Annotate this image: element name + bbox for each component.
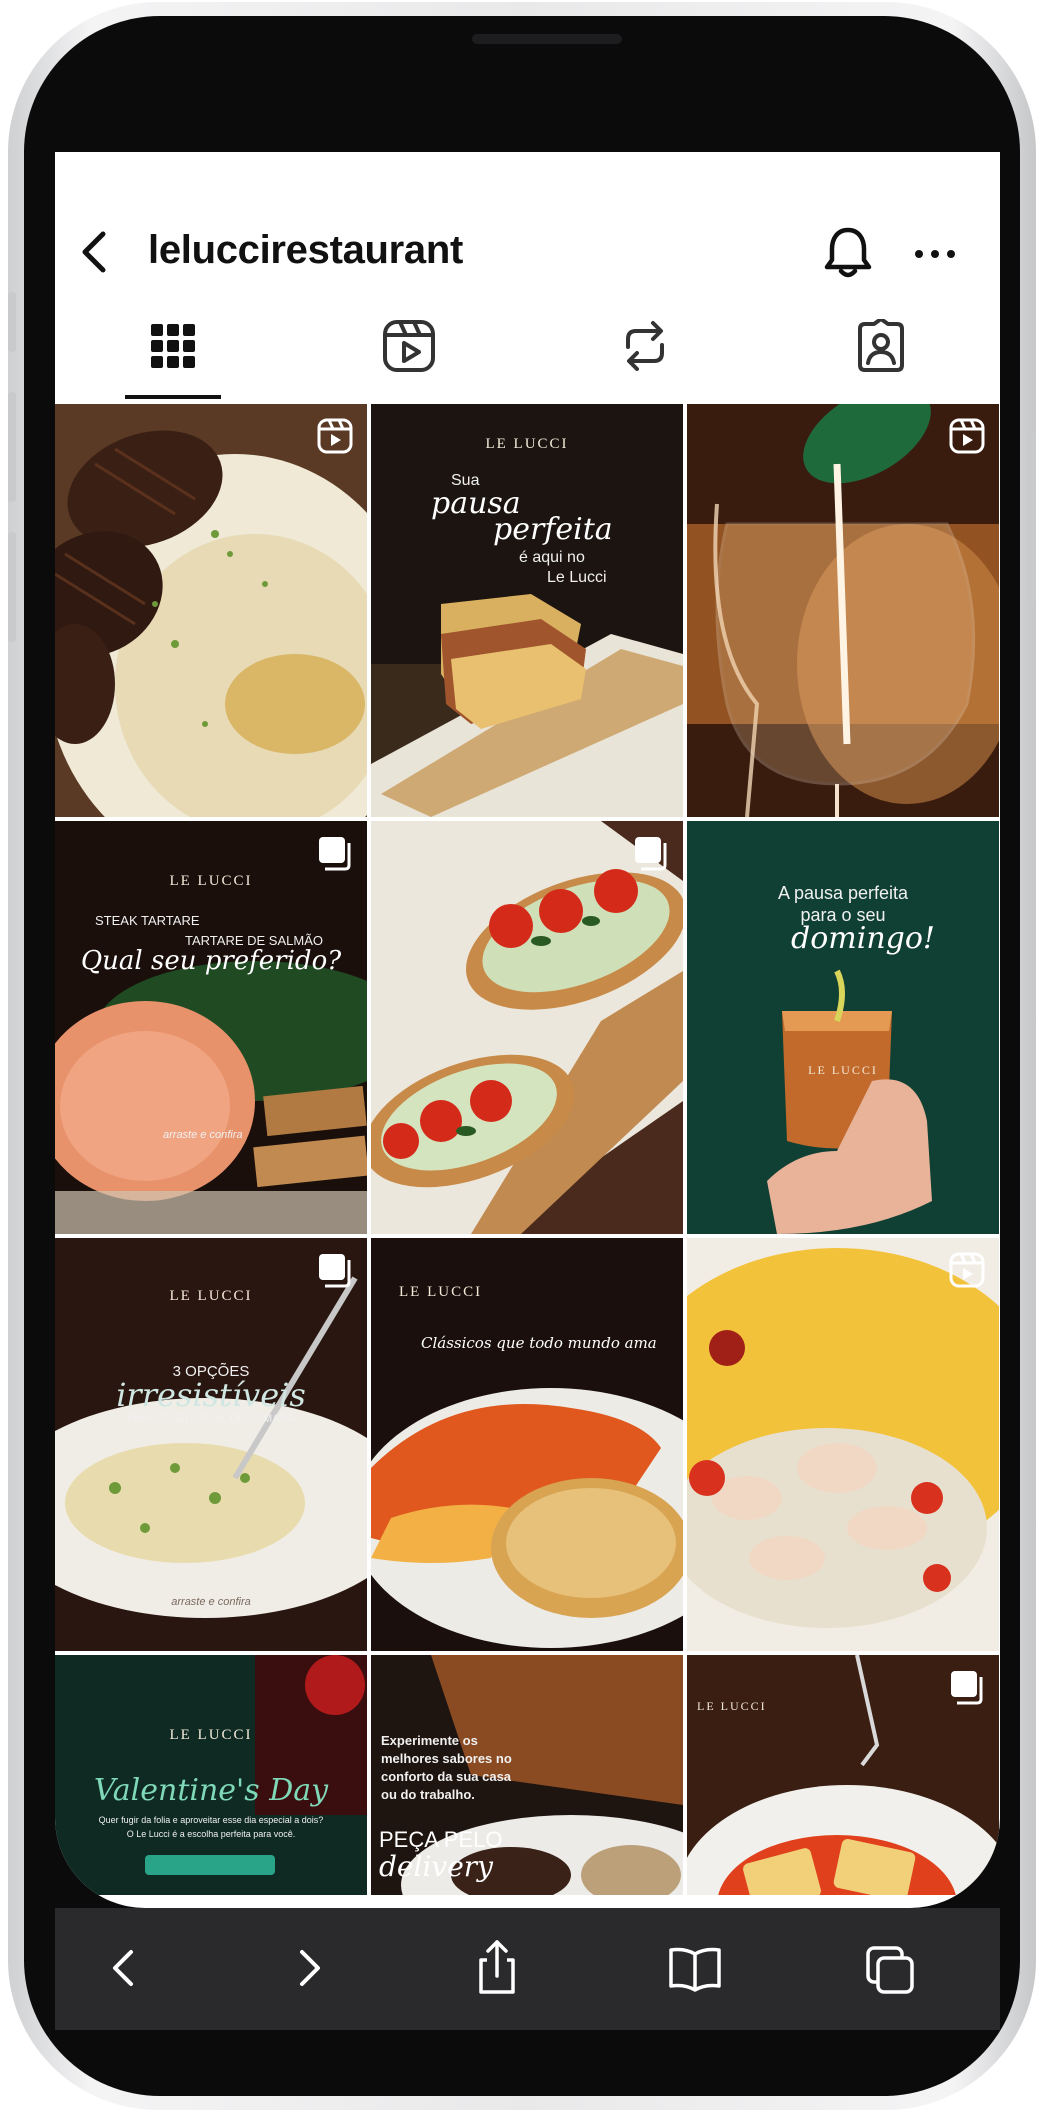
post-6-line3: domingo! xyxy=(791,921,935,956)
post-11-line3: conforto da sua casa xyxy=(381,1769,512,1784)
grid-icon xyxy=(151,324,195,368)
post-tile-12[interactable]: LE LUCCI xyxy=(687,1655,999,1895)
more-horizontal-icon xyxy=(915,250,955,258)
tab-tagged[interactable] xyxy=(763,292,999,400)
post-4-line4: arraste e confira xyxy=(163,1129,243,1141)
post-6-brand: LE LUCCI xyxy=(808,1063,878,1077)
share-icon xyxy=(479,1940,515,1994)
volume-down-button xyxy=(8,532,16,642)
bookmarks-button[interactable] xyxy=(665,1938,725,1998)
selected-tab-indicator xyxy=(125,395,221,399)
notifications-button[interactable] xyxy=(820,222,876,282)
tab-reposts[interactable] xyxy=(527,292,763,400)
post-6-line1: A pausa perfeita xyxy=(777,883,909,903)
post-tile-3[interactable] xyxy=(687,404,999,817)
post-4-brand: LE LUCCI xyxy=(169,873,253,889)
post-tile-1[interactable] xyxy=(55,404,367,817)
post-7-line2: irresistíveis xyxy=(116,1376,306,1414)
carousel-badge-icon xyxy=(635,837,667,871)
post-2-line5: Le Lucci xyxy=(547,569,607,586)
post-11-line4: ou do trabalho. xyxy=(381,1787,475,1802)
post-tile-2[interactable]: LE LUCCI Sua pausa perfeita é aqui no Le… xyxy=(371,404,683,817)
post-11-line6: delivery xyxy=(379,1850,493,1883)
post-4-line3: Qual seu preferido? xyxy=(80,946,342,976)
back-button[interactable] xyxy=(73,224,117,280)
tabs-button[interactable] xyxy=(860,1938,920,1998)
share-button[interactable] xyxy=(467,1938,527,1998)
tab-posts-grid[interactable] xyxy=(55,292,291,400)
post-image-seafood-polenta xyxy=(687,1238,999,1651)
post-10-line2: Quer fugir da folia e aproveitar esse di… xyxy=(98,1815,324,1825)
post-10-line1: Valentine's Day xyxy=(93,1773,329,1808)
mute-switch xyxy=(8,292,16,352)
post-tile-7[interactable]: LE LUCCI 3 OPÇÕES irresistíveis PARA O S… xyxy=(55,1238,367,1651)
post-8-line1: Clássicos que todo mundo ama xyxy=(421,1334,657,1352)
post-10-line3: O Le Lucci é a escolha perfeita para voc… xyxy=(126,1829,296,1839)
post-tile-9[interactable] xyxy=(687,1238,999,1651)
reel-badge-icon xyxy=(949,1252,985,1288)
tabs-icon xyxy=(866,1946,914,1994)
profile-header: leluccirestaurant xyxy=(55,152,1000,292)
browser-back-button[interactable] xyxy=(95,1938,155,1998)
browser-forward-button[interactable] xyxy=(278,1938,338,1998)
bookmarks-icon xyxy=(669,1947,721,1992)
post-12-brand: LE LUCCI xyxy=(697,1699,767,1713)
back-arrow-icon xyxy=(113,1950,133,1986)
post-2-brand: LE LUCCI xyxy=(485,436,569,452)
volume-up-button xyxy=(8,392,16,502)
post-image-wine-pour xyxy=(687,404,999,817)
post-4-line1: STEAK TARTARE xyxy=(95,913,200,928)
post-7-line4: arraste e confira xyxy=(171,1596,251,1608)
post-tile-6[interactable]: A pausa perfeita para o seu domingo! LE … xyxy=(687,821,999,1234)
post-tile-4[interactable]: LE LUCCI STEAK TARTARE TARTARE DE SALMÃO… xyxy=(55,821,367,1234)
post-11-line1: Experimente os xyxy=(381,1733,478,1748)
post-image-bruschetta xyxy=(371,821,683,1234)
post-10-brand: LE LUCCI xyxy=(169,1727,253,1743)
reel-badge-icon xyxy=(317,418,353,454)
post-11-line2: melhores sabores no xyxy=(381,1751,512,1766)
forward-arrow-icon xyxy=(300,1950,320,1986)
chevron-left-icon xyxy=(82,231,106,273)
post-2-line3: perfeita xyxy=(493,512,613,547)
reels-icon xyxy=(383,320,435,372)
post-8-brand: LE LUCCI xyxy=(399,1284,483,1300)
more-options-button[interactable] xyxy=(910,236,960,272)
profile-username: leluccirestaurant xyxy=(148,228,464,272)
carousel-badge-icon xyxy=(319,837,351,871)
app-screen: leluccirestaurant LE LUCCI Sua pausa per… xyxy=(55,152,1000,1908)
reel-badge-icon xyxy=(949,418,985,454)
tab-reels[interactable] xyxy=(291,292,527,400)
post-2-line4: é aqui no xyxy=(519,549,585,566)
post-tile-11[interactable]: Experimente os melhores sabores no confo… xyxy=(371,1655,683,1895)
post-tile-10[interactable]: LE LUCCI Valentine's Day Quer fugir da f… xyxy=(55,1655,367,1895)
post-7-brand: LE LUCCI xyxy=(169,1288,253,1304)
carousel-badge-icon xyxy=(319,1254,351,1288)
profile-tabs xyxy=(55,292,1000,400)
power-button xyxy=(1028,432,1036,602)
post-tile-5[interactable] xyxy=(371,821,683,1234)
post-tile-8[interactable]: LE LUCCI Clássicos que todo mundo ama xyxy=(371,1238,683,1651)
post-image-toast xyxy=(371,404,683,817)
repost-icon xyxy=(626,321,664,371)
tagged-icon xyxy=(858,319,904,372)
post-image-steak-risotto xyxy=(55,404,367,817)
speaker-grille xyxy=(472,34,622,44)
post-7-line3: PARA O SEU FINAL DE SEMANA xyxy=(127,1413,295,1425)
bell-icon xyxy=(824,227,872,278)
browser-toolbar xyxy=(55,1908,1000,2030)
